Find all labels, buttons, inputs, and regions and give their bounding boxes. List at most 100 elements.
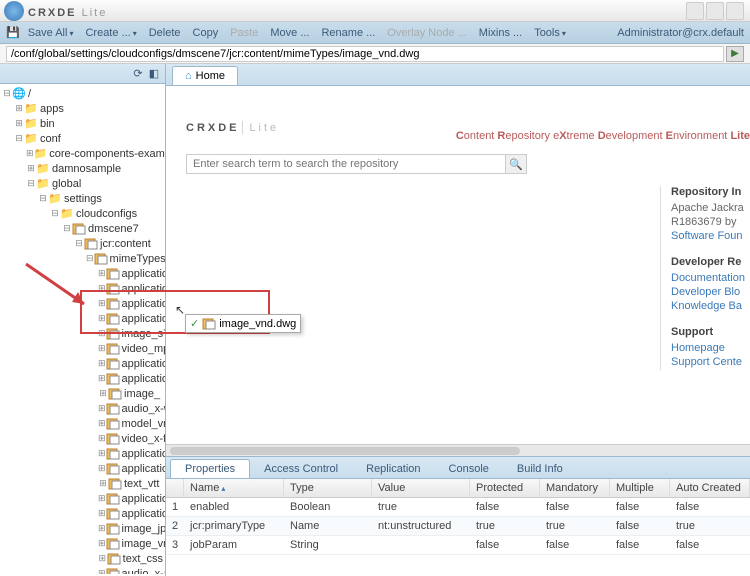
toggle-icon[interactable]: ⊟ (74, 238, 84, 249)
grid-row[interactable]: 2jcr:primaryTypeNament:unstructuredtruet… (166, 517, 750, 536)
refresh-icon[interactable]: ⟳ (131, 67, 145, 81)
toggle-icon[interactable]: ⊞ (98, 568, 106, 574)
repo-link[interactable]: Software Foun (671, 230, 750, 242)
toggle-icon[interactable]: ⊞ (98, 313, 106, 324)
search-button[interactable]: 🔍 (505, 154, 527, 174)
toggle-icon[interactable]: ⊟ (2, 88, 12, 99)
col-header[interactable]: Type (284, 479, 372, 497)
tree-node[interactable]: ⊞text_vtt (2, 476, 163, 491)
toggle-icon[interactable]: ⊞ (98, 298, 106, 309)
ptab-access-control[interactable]: Access Control (250, 460, 352, 478)
tree-node[interactable]: ⊞📁bin (2, 116, 163, 131)
tree-node[interactable]: ⊞application_vnd.ms-excel (2, 506, 163, 521)
col-header[interactable]: Protected (470, 479, 540, 497)
toggle-icon[interactable]: ⊟ (50, 208, 60, 219)
col-header[interactable]: Value (372, 479, 470, 497)
tree-node[interactable]: ⊞application_pdf (2, 446, 163, 461)
ptab-replication[interactable]: Replication (352, 460, 434, 478)
ptab-console[interactable]: Console (435, 460, 503, 478)
tree-node[interactable]: ⊟jcr:content (2, 236, 163, 251)
tree-node[interactable]: ⊞video_mp4 (2, 341, 163, 356)
toggle-icon[interactable]: ⊞ (98, 358, 106, 369)
toggle-icon[interactable]: ⊞ (26, 163, 36, 174)
toggle-icon[interactable]: ⊞ (26, 148, 34, 159)
delete-button[interactable]: Delete (143, 25, 187, 41)
user-badge[interactable]: Administrator@crx.default (617, 27, 744, 39)
toggle-icon[interactable]: ⊞ (98, 433, 106, 444)
grid-row[interactable]: 1enabledBooleantruefalsefalsefalsefalse (166, 498, 750, 517)
tree-node[interactable]: ⊞text_css (2, 551, 163, 566)
tree-node[interactable]: ⊞image_ (2, 386, 163, 401)
tree-node[interactable]: ⊞audio_x-aac (2, 566, 163, 574)
dev-link-2[interactable]: Developer Blo (671, 286, 750, 298)
toggle-icon[interactable]: ⊞ (98, 448, 106, 459)
header-icon-2[interactable] (706, 2, 724, 20)
header-icon-3[interactable] (726, 2, 744, 20)
toggle-icon[interactable]: ⊞ (98, 388, 108, 399)
col-header[interactable]: Multiple (610, 479, 670, 497)
tree-node[interactable]: ⊞image_jpeg (2, 521, 163, 536)
toggle-icon[interactable]: ⊞ (98, 508, 106, 519)
tree-node[interactable]: ⊞image_s7asset (2, 326, 163, 341)
tree-node[interactable]: ⊟📁settings (2, 191, 163, 206)
tree-node[interactable]: ⊞application_rtf (2, 311, 163, 326)
sup-link-2[interactable]: Support Cente (671, 356, 750, 368)
header-icon-1[interactable] (686, 2, 704, 20)
col-header[interactable]: Mandatory (540, 479, 610, 497)
tree-node[interactable]: ⊟🌐/ (2, 86, 163, 101)
create-button[interactable]: Create ... (79, 25, 142, 41)
tree-node[interactable]: ⊞image_vnd.adobe.photoshop (2, 536, 163, 551)
toggle-icon[interactable]: ⊟ (38, 193, 48, 204)
go-button[interactable]: ▶ (726, 46, 744, 62)
tab-home[interactable]: ⌂ Home (172, 66, 238, 85)
repo-search-input[interactable] (186, 154, 506, 174)
tree-node[interactable]: ⊞video_x-flv (2, 431, 163, 446)
tree-node[interactable]: ⊞application_x-font-otf (2, 266, 163, 281)
tree-node[interactable]: ⊞model_vnd.mts (2, 416, 163, 431)
toggle-icon[interactable]: ⊞ (98, 343, 106, 354)
copy-button[interactable]: Copy (187, 25, 225, 41)
toggle-icon[interactable]: ⊞ (98, 493, 106, 504)
tree-node[interactable]: ⊟📁conf (2, 131, 163, 146)
tree-node[interactable]: ⊞application_vnd.ms-powerpoint (2, 461, 163, 476)
toggle-icon[interactable]: ⊞ (98, 538, 106, 549)
paste-button[interactable]: Paste (224, 25, 264, 41)
toggle-icon[interactable]: ⊞ (98, 403, 106, 414)
ptab-properties[interactable]: Properties (170, 459, 250, 478)
toggle-icon[interactable]: ⊞ (98, 418, 106, 429)
toggle-icon[interactable]: ⊞ (14, 118, 24, 129)
tree-node[interactable]: ⊞📁core-components-examples (2, 146, 163, 161)
toggle-icon[interactable]: ⊞ (98, 268, 106, 279)
toggle-icon[interactable]: ⊟ (86, 253, 94, 264)
toggle-icon[interactable]: ⊞ (98, 523, 106, 534)
col-header[interactable]: Name (184, 479, 284, 497)
toggle-icon[interactable]: ⊞ (98, 463, 106, 474)
dev-link-1[interactable]: Documentation (671, 272, 750, 284)
tree-node[interactable]: ⊞application_x-indesign (2, 356, 163, 371)
toggle-icon[interactable]: ⊟ (62, 223, 72, 234)
toggle-icon[interactable]: ⊞ (98, 283, 106, 294)
tools-button[interactable]: Tools (528, 25, 572, 41)
toggle-icon[interactable]: ⊟ (14, 133, 24, 144)
mixins-button[interactable]: Mixins ... (473, 25, 528, 41)
tree-node[interactable]: ⊟mimeTypes (2, 251, 163, 266)
col-header[interactable] (166, 479, 184, 497)
h-scrollbar[interactable] (166, 444, 750, 456)
overlay-button[interactable]: Overlay Node ... (381, 25, 472, 41)
tree-node[interactable]: ⊞application_x-font-ttf (2, 281, 163, 296)
col-header[interactable]: Auto Created (670, 479, 750, 497)
tree-node[interactable]: ⊞📁damnosample (2, 161, 163, 176)
toggle-icon[interactable]: ⊟ (26, 178, 36, 189)
sup-link-1[interactable]: Homepage (671, 342, 750, 354)
tree-node[interactable]: ⊟📁global (2, 176, 163, 191)
tree-node[interactable]: ⊞application_msword (2, 491, 163, 506)
rename-button[interactable]: Rename ... (315, 25, 381, 41)
tree-node[interactable]: ⊞📁apps (2, 101, 163, 116)
dev-link-3[interactable]: Knowledge Ba (671, 300, 750, 312)
save-all-button[interactable]: Save All (22, 25, 80, 41)
repository-tree[interactable]: ⊟🌐/⊞📁apps⊞📁bin⊟📁conf⊞📁core-components-ex… (0, 84, 165, 574)
toggle-icon[interactable]: ⊞ (98, 373, 106, 384)
collapse-icon[interactable]: ◧ (147, 67, 161, 81)
toggle-icon[interactable]: ⊞ (14, 103, 24, 114)
tree-node[interactable]: ⊞application_x-font-type1 (2, 371, 163, 386)
